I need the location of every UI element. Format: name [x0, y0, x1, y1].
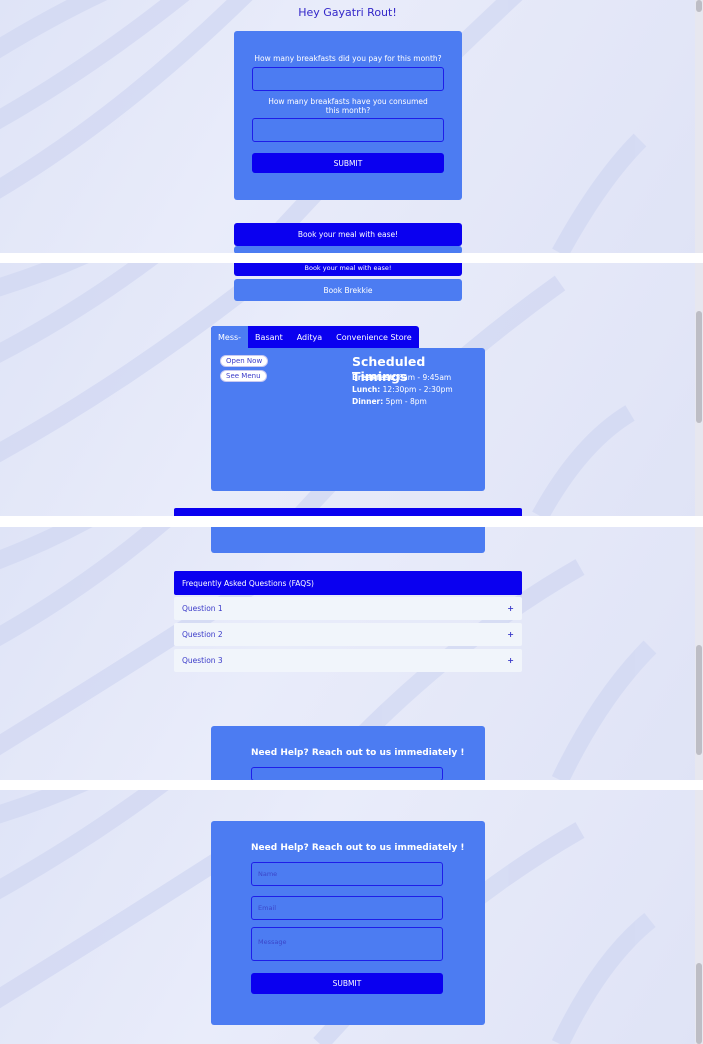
help-title: Need Help? Reach out to us immediately !: [251, 843, 465, 853]
faq-question: Question 1: [182, 604, 223, 613]
scrollbar[interactable]: [695, 527, 703, 780]
mess-tabs: Mess- Basant Aditya Convenience Store: [211, 326, 419, 348]
plus-icon[interactable]: +: [507, 604, 514, 613]
plus-icon[interactable]: +: [507, 656, 514, 665]
timing-breakfast: Breakfast: 8am - 9:45am: [352, 373, 452, 382]
scrollbar-thumb[interactable]: [696, 645, 702, 755]
help-title: Need Help? Reach out to us immediately !: [251, 748, 465, 758]
tab-convenience-store[interactable]: Convenience Store: [329, 326, 419, 348]
message-field[interactable]: Message: [251, 927, 443, 961]
faq-question: Question 3: [182, 656, 223, 665]
screen-strip-4: Need Help? Reach out to us immediately !…: [0, 790, 703, 1044]
breakfast-submit-button[interactable]: SUBMIT: [252, 153, 444, 173]
book-brekkie-peek: [234, 246, 462, 253]
timing-lunch: Lunch: 12:30pm - 2:30pm: [352, 385, 453, 394]
open-now-badge: Open Now: [220, 355, 269, 367]
screen-strip-3: Frequently Asked Questions (FAQS) Questi…: [0, 527, 703, 780]
see-menu-button[interactable]: See Menu: [220, 370, 267, 382]
faq-item[interactable]: Question 1 +: [174, 597, 522, 620]
faq-item[interactable]: Question 3 +: [174, 649, 522, 672]
faq-question: Question 2: [182, 630, 223, 639]
help-card-top: Need Help? Reach out to us immediately !: [211, 726, 485, 780]
mess-panel-bottom: [211, 527, 485, 553]
book-brekkie-button[interactable]: Book Brekkie: [234, 279, 462, 301]
tab-aditya[interactable]: Aditya: [290, 326, 329, 348]
name-placeholder: Name: [258, 870, 278, 878]
faq-header-peek: [174, 508, 522, 516]
faq-item[interactable]: Question 2 +: [174, 623, 522, 646]
timing-dinner: Dinner: 5pm - 8pm: [352, 397, 427, 406]
screen-strip-2: Book your meal with ease! Book Brekkie M…: [0, 263, 703, 516]
screen-strip-1: Hey Gayatri Rout! How many breakfasts di…: [0, 0, 703, 253]
message-placeholder: Message: [258, 938, 287, 946]
scrollbar-thumb[interactable]: [696, 311, 702, 423]
mess-panel: Open Now See Menu Scheduled Timings Brea…: [211, 348, 485, 491]
faq-header[interactable]: Frequently Asked Questions (FAQS): [174, 571, 522, 595]
tab-mess[interactable]: Mess-: [211, 326, 249, 348]
name-field[interactable]: Name: [251, 862, 443, 886]
help-card: Need Help? Reach out to us immediately !…: [211, 821, 485, 1025]
book-meal-button[interactable]: Book your meal with ease!: [234, 223, 462, 246]
email-placeholder: Email: [258, 904, 277, 912]
paid-breakfasts-input[interactable]: [252, 67, 444, 91]
book-meal-button-repeat[interactable]: Book your meal with ease!: [234, 263, 462, 276]
scrollbar[interactable]: [695, 790, 703, 1044]
plus-icon[interactable]: +: [507, 630, 514, 639]
email-field[interactable]: Email: [251, 896, 443, 920]
scrollbar[interactable]: [695, 0, 703, 253]
consumed-breakfasts-input[interactable]: [252, 118, 444, 142]
tab-basant[interactable]: Basant: [248, 326, 290, 348]
greeting-text: Hey Gayatri Rout!: [298, 6, 397, 19]
help-submit-button[interactable]: SUBMIT: [251, 973, 443, 994]
scrollbar-thumb[interactable]: [696, 0, 702, 12]
scrollbar-thumb[interactable]: [696, 963, 702, 1044]
paid-breakfasts-label: How many breakfasts did you pay for this…: [254, 54, 442, 63]
breakfast-card: How many breakfasts did you pay for this…: [234, 31, 462, 200]
consumed-breakfasts-label: How many breakfasts have you consumed th…: [268, 97, 428, 115]
name-input-peek[interactable]: [251, 767, 443, 780]
scrollbar[interactable]: [695, 263, 703, 516]
